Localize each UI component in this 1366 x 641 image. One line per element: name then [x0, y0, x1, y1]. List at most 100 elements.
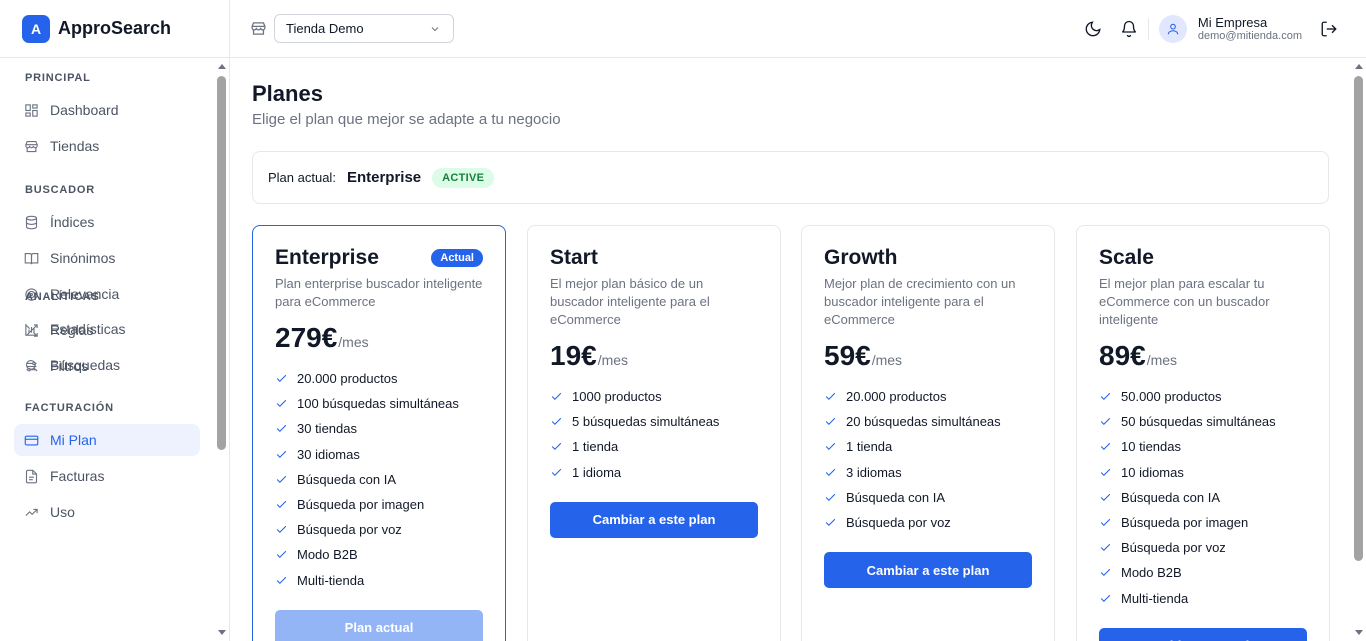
feature-item: 20.000 productos — [824, 384, 1032, 409]
store-select[interactable]: Tienda Demo — [274, 14, 454, 43]
feature-label: Modo B2B — [297, 547, 358, 563]
scroll-down-arrow[interactable] — [218, 630, 226, 635]
feature-item: 1 tienda — [550, 434, 758, 459]
feature-label: Búsqueda por voz — [1121, 540, 1226, 556]
user-icon — [1167, 23, 1179, 35]
sidebar-item-bar-chart[interactable]: Estadísticas — [14, 313, 200, 345]
feature-list: 20.000 productos 20 búsquedas simultáneas… — [824, 384, 1032, 535]
scroll-up-arrow[interactable] — [218, 64, 226, 69]
feature-item: Modo B2B — [1099, 560, 1307, 585]
feature-item: 50.000 productos — [1099, 384, 1307, 409]
sidebar-item-file[interactable]: Facturas — [14, 460, 200, 492]
file-icon — [25, 469, 38, 483]
current-plan-label: Plan actual: — [268, 170, 336, 185]
check-icon — [1100, 443, 1111, 451]
check-icon — [276, 500, 287, 509]
check-icon — [1100, 544, 1111, 552]
feature-label: 30 idiomas — [297, 446, 360, 462]
check-icon — [276, 400, 287, 408]
moon-icon[interactable] — [1084, 20, 1102, 38]
section-title: BUSCADOR — [25, 184, 95, 196]
store-icon — [25, 140, 38, 152]
sidebar-item-book[interactable]: Sinónimos — [14, 242, 200, 274]
change-plan-button[interactable]: Cambiar a este plan — [1099, 627, 1307, 641]
store-icon — [251, 22, 266, 35]
sidebar-item-store[interactable]: Tiendas — [14, 130, 200, 162]
check-icon — [551, 392, 562, 401]
feature-label: 5 búsquedas simultáneas — [572, 414, 720, 430]
plan-name: Enterprise — [275, 246, 379, 269]
plan-description: El mejor plan para escalar tu eCommerce … — [1099, 276, 1270, 327]
feature-label: 20.000 productos — [297, 371, 398, 387]
page-subtitle: Elige el plan que mejor se adapte a tu n… — [252, 111, 561, 128]
user-name: Mi Empresa — [1197, 14, 1268, 30]
plan-name: Start — [550, 246, 598, 269]
check-icon — [276, 425, 287, 433]
sidebar-item-database[interactable]: Índices — [14, 206, 200, 238]
sidebar-item-label: Dashboard — [50, 102, 119, 118]
plan-description: Mejor plan de crecimiento con un buscado… — [824, 276, 1016, 327]
feature-list: 1000 productos 5 búsquedas simultáneas 1 t… — [550, 384, 758, 485]
logout-icon[interactable] — [1320, 20, 1338, 38]
check-icon — [551, 468, 562, 476]
sidebar-item-dashboard[interactable]: Dashboard — [14, 94, 200, 126]
price-amount: 89€ — [1099, 340, 1146, 371]
scroll-up-arrow[interactable] — [1355, 64, 1363, 69]
sidebar-item-label: Sinónimos — [50, 250, 116, 266]
change-plan-button[interactable]: Cambiar a este plan — [824, 552, 1032, 589]
feature-item: 3 idiomas — [824, 460, 1032, 485]
check-icon — [825, 518, 836, 527]
book-icon — [24, 252, 39, 264]
plan-description: Plan enterprise buscador inteligente par… — [275, 276, 483, 309]
plan-name: Scale — [1099, 246, 1154, 269]
check-icon — [276, 450, 287, 458]
main-scroll-thumb[interactable] — [1354, 76, 1363, 561]
bar-chart-icon — [25, 323, 38, 336]
status-badge: ACTIVE — [432, 167, 495, 188]
avatar[interactable] — [1158, 15, 1187, 43]
feature-label: 30 tiendas — [297, 421, 357, 437]
sidebar-item-search[interactable]: Búsquedas — [14, 349, 200, 381]
feature-label: Multi-tienda — [1121, 590, 1189, 606]
price-amount: 59€ — [824, 340, 871, 371]
sidebar-scroll-thumb[interactable] — [217, 76, 226, 450]
main-scrollbar[interactable] — [1352, 58, 1366, 641]
scroll-down-arrow[interactable] — [1355, 630, 1363, 635]
feature-item: 50 búsquedas simultáneas — [1099, 409, 1307, 434]
check-icon — [1100, 594, 1111, 602]
plan-price: 19€/mes — [550, 340, 758, 372]
current-plan-banner: Plan actual: Enterprise ACTIVE — [252, 151, 1329, 204]
feature-item: Búsqueda con IA — [275, 467, 483, 492]
feature-item: Búsqueda por imagen — [1099, 510, 1307, 535]
sidebar-item-trend[interactable]: Uso — [14, 496, 200, 528]
change-plan-button[interactable]: Cambiar a este plan — [550, 501, 758, 538]
brand[interactable]: A ApproSearch — [0, 0, 229, 58]
trend-icon — [25, 508, 38, 516]
feature-item: 30 tiendas — [275, 416, 483, 441]
feature-item: Modo B2B — [275, 542, 483, 567]
feature-item: 1 tienda — [824, 434, 1032, 459]
feature-list: 50.000 productos 50 búsquedas simultáneas… — [1099, 384, 1307, 611]
sidebar-scrollbar[interactable] — [215, 58, 229, 641]
plan-price: 59€/mes — [824, 340, 1032, 372]
sidebar-item-label: Estadísticas — [50, 321, 126, 337]
feature-item: Búsqueda con IA — [824, 485, 1032, 510]
bell-icon[interactable] — [1120, 20, 1138, 38]
user-info[interactable]: Mi Empresa demo@mitienda.com — [1198, 15, 1302, 44]
feature-label: 3 idiomas — [846, 464, 902, 480]
sidebar-item-credit-card[interactable]: Mi Plan — [14, 424, 200, 456]
sidebar-item-label: Índices — [50, 214, 95, 230]
check-icon — [551, 418, 562, 426]
sidebar-item-label: Uso — [50, 504, 75, 520]
feature-label: 1000 productos — [572, 389, 662, 405]
check-icon — [825, 493, 836, 501]
brand-name: ApproSearch — [58, 18, 172, 38]
feature-label: 1 tienda — [846, 439, 893, 455]
feature-list: 20.000 productos 100 búsquedas simultánea… — [275, 366, 483, 593]
current-plan-button[interactable]: Plan actual — [275, 609, 483, 641]
sidebar-item-label: Mi Plan — [50, 432, 97, 448]
feature-item: 1000 productos — [550, 384, 758, 409]
price-period: /mes — [597, 352, 629, 368]
feature-label: 50 búsquedas simultáneas — [1121, 414, 1276, 430]
feature-label: Búsqueda con IA — [297, 471, 397, 487]
